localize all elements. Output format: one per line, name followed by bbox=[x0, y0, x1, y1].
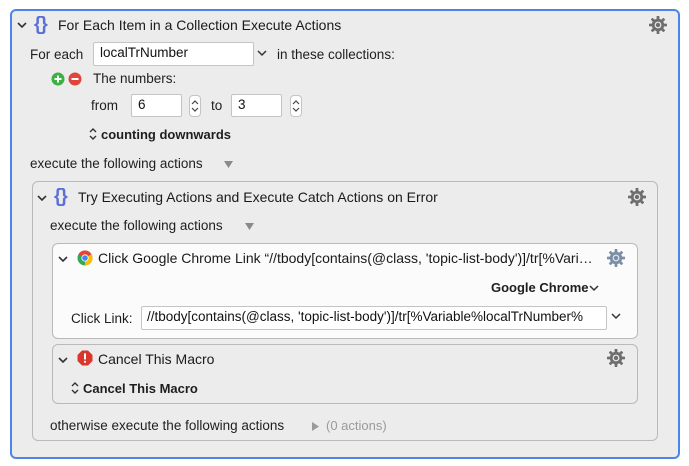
remove-icon[interactable] bbox=[68, 72, 82, 86]
gear-icon[interactable] bbox=[627, 187, 647, 207]
from-label: from bbox=[91, 98, 118, 113]
chevron-down-icon[interactable] bbox=[257, 49, 267, 57]
updown-icon[interactable] bbox=[70, 381, 80, 395]
click-link-label: Click Link: bbox=[71, 311, 133, 326]
gear-icon[interactable] bbox=[606, 248, 626, 268]
triangle-right-icon[interactable] bbox=[311, 421, 320, 432]
try-execute-label: execute the following actions bbox=[50, 218, 223, 233]
numbers-label: The numbers: bbox=[93, 71, 177, 86]
otherwise-count: (0 actions) bbox=[326, 418, 387, 433]
triangle-down-icon[interactable] bbox=[223, 160, 234, 169]
to-label: to bbox=[211, 98, 223, 113]
add-icon[interactable] bbox=[51, 72, 65, 86]
chrome-icon bbox=[77, 250, 93, 266]
braces-icon: {} bbox=[54, 186, 68, 207]
for-each-title: For Each Item in a Collection Execute Ac… bbox=[58, 17, 342, 33]
braces-icon: {} bbox=[34, 14, 48, 35]
browser-popup[interactable]: Google Chrome bbox=[491, 280, 589, 295]
triangle-down-icon[interactable] bbox=[244, 222, 255, 231]
stepper-icon[interactable] bbox=[290, 95, 302, 117]
gear-icon[interactable] bbox=[648, 15, 668, 35]
stepper-icon[interactable] bbox=[189, 95, 201, 117]
stop-icon bbox=[77, 350, 93, 366]
chevron-down-icon[interactable] bbox=[589, 284, 599, 292]
chevron-down-icon[interactable] bbox=[16, 20, 28, 30]
execute-label: execute the following actions bbox=[30, 156, 203, 171]
chrome-action-title: Click Google Chrome Link “//tbody[contai… bbox=[98, 250, 593, 266]
collections-label: in these collections: bbox=[277, 47, 395, 62]
otherwise-label: otherwise execute the following actions bbox=[50, 418, 285, 433]
click-link-input[interactable]: //tbody[contains(@class, 'topic-list-bod… bbox=[141, 306, 607, 330]
chevron-down-icon[interactable] bbox=[57, 254, 69, 264]
variable-input[interactable]: localTrNumber bbox=[93, 42, 254, 66]
try-title: Try Executing Actions and Execute Catch … bbox=[78, 189, 438, 205]
cancel-option-popup[interactable]: Cancel This Macro bbox=[83, 381, 198, 396]
updown-icon[interactable] bbox=[88, 127, 98, 141]
from-input[interactable]: 6 bbox=[131, 94, 182, 117]
chevron-down-icon[interactable] bbox=[36, 193, 48, 203]
direction-popup[interactable]: counting downwards bbox=[101, 127, 231, 142]
gear-icon[interactable] bbox=[606, 348, 626, 368]
to-input[interactable]: 3 bbox=[231, 94, 282, 117]
cancel-action-title: Cancel This Macro bbox=[98, 351, 215, 367]
for-each-label: For each bbox=[30, 47, 84, 62]
chevron-down-icon[interactable] bbox=[57, 355, 69, 365]
chevron-down-icon[interactable] bbox=[611, 312, 621, 320]
